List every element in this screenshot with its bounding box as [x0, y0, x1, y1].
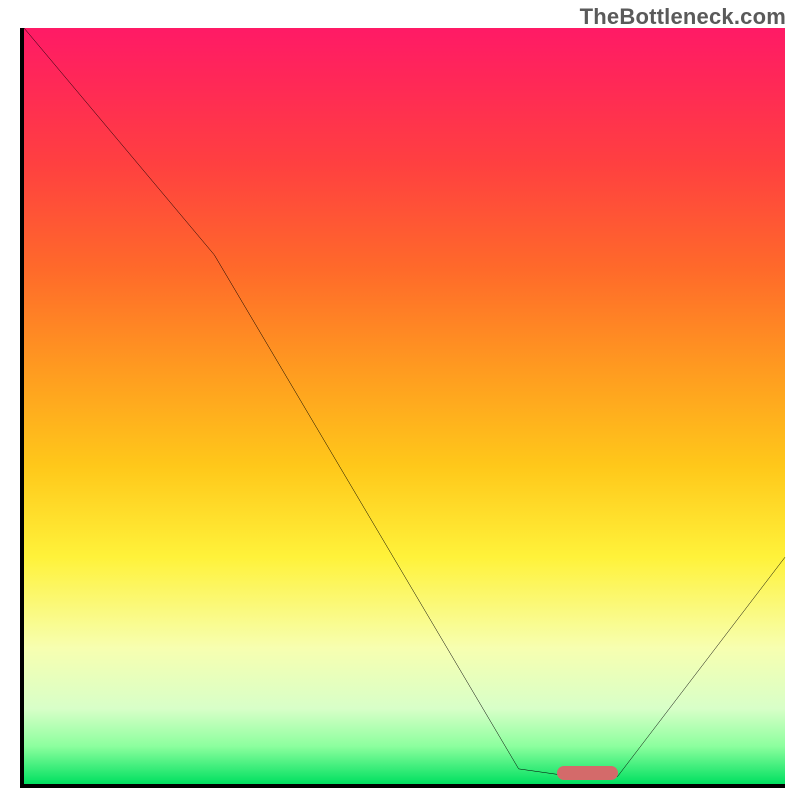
optimal-range-marker [557, 766, 618, 780]
plot-area [20, 28, 785, 788]
chart-container: TheBottleneck.com [0, 0, 800, 800]
bottleneck-curve [24, 28, 785, 784]
watermark-label: TheBottleneck.com [580, 4, 786, 30]
